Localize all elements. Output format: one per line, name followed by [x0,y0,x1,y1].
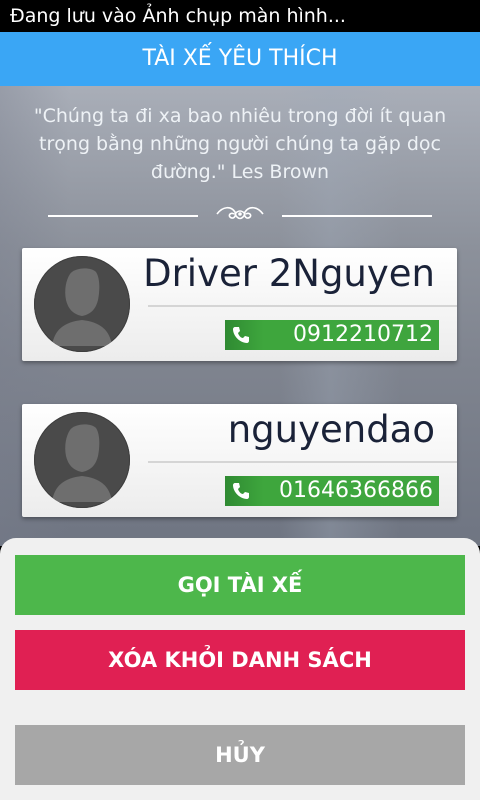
driver-phone-badge[interactable]: 01646366866 [225,476,439,506]
driver-card[interactable]: Driver 2Nguyen 0912210712 [22,248,457,361]
divider-line-left [48,215,198,217]
status-bar: Đang lưu vào Ảnh chụp màn hình... [0,0,480,32]
call-driver-button[interactable]: GỌI TÀI XẾ [15,555,465,615]
card-separator [148,305,457,307]
driver-name: Driver 2Nguyen [143,252,435,295]
ornamental-divider [48,200,432,228]
cancel-button[interactable]: HỦY [15,725,465,785]
phone-icon [233,327,249,343]
driver-phone-number: 0912210712 [293,322,433,347]
phone-icon [233,483,249,499]
page-title: TÀI XẾ YÊU THÍCH [0,32,480,86]
driver-phone-badge[interactable]: 0912210712 [225,320,439,350]
quote-text: "Chúng ta đi xa bao nhiêu trong đời ít q… [33,105,447,183]
flourish-icon [216,206,264,220]
divider-line-right [282,215,432,217]
card-separator [148,461,457,463]
person-silhouette-icon [34,412,130,508]
remove-from-list-button[interactable]: XÓA KHỎI DANH SÁCH [15,630,465,690]
driver-name: nguyendao [227,408,435,451]
driver-phone-number: 01646366866 [279,478,433,503]
driver-card[interactable]: nguyendao 01646366866 [22,404,457,517]
person-silhouette-icon [34,256,130,352]
